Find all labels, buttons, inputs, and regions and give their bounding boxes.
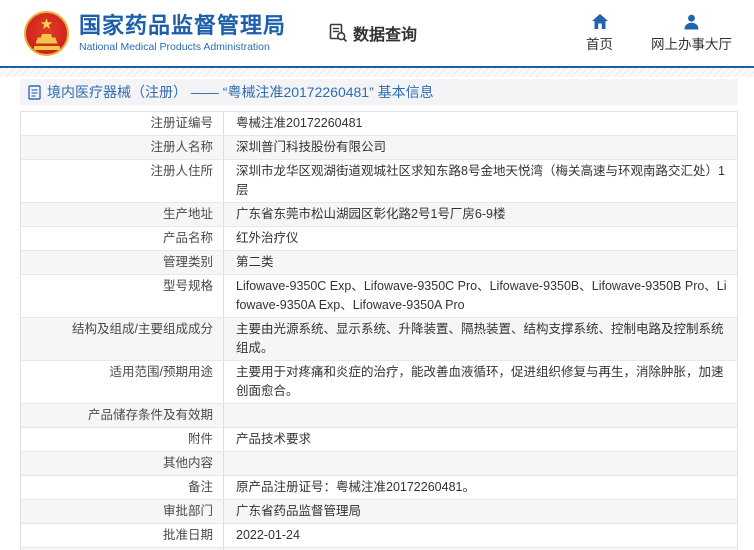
data-query-nav[interactable]: 数据查询 xyxy=(328,21,417,45)
site-header: ★ 国家药品监督管理局 National Medical Products Ad… xyxy=(0,0,754,66)
agency-name-en: National Medical Products Administration xyxy=(79,41,286,53)
table-row: 型号规格Lifowave-9350C Exp、Lifowave-9350C Pr… xyxy=(21,275,737,318)
row-value: 主要用于对疼痛和炎症的治疗，能改善血液循环，促进组织修复与再生，消除肿胀，加速创… xyxy=(223,361,737,403)
row-label: 型号规格 xyxy=(21,275,223,317)
nav-online-hall-label: 网上办事大厅 xyxy=(651,33,732,53)
row-value: 原产品注册证号：粤械注准20172260481。 xyxy=(223,476,737,499)
table-row: 批准日期2022-01-24 xyxy=(21,524,737,548)
row-label: 管理类别 xyxy=(21,251,223,274)
table-row: 生产地址广东省东莞市松山湖园区彰化路2号1号厂房6-9楼 xyxy=(21,203,737,227)
row-value: 主要由光源系统、显示系统、升降装置、隔热装置、结构支撑系统、控制电路及控制系统组… xyxy=(223,318,737,360)
table-row: 审批部门广东省药品监督管理局 xyxy=(21,500,737,524)
row-value: 广东省药品监督管理局 xyxy=(223,500,737,523)
row-value: 2022-01-24 xyxy=(223,524,737,547)
row-label: 其他内容 xyxy=(21,452,223,475)
table-row: 注册人住所深圳市龙华区观湖街道观城社区求知东路8号金地天悦湾（梅关高速与环观南路… xyxy=(21,160,737,203)
top-nav: 首页 网上办事大厅 xyxy=(586,14,732,53)
page-title: 境内医疗器械（注册） —— “粤械注准20172260481” 基本信息 xyxy=(47,82,434,102)
row-label: 注册人住所 xyxy=(21,160,223,202)
row-value: 深圳市龙华区观湖街道观城社区求知东路8号金地天悦湾（梅关高速与环观南路交汇处）1… xyxy=(223,160,737,202)
table-row: 适用范围/预期用途主要用于对疼痛和炎症的治疗，能改善血液循环，促进组织修复与再生… xyxy=(21,361,737,404)
row-label: 产品名称 xyxy=(21,227,223,250)
table-row: 附件产品技术要求 xyxy=(21,428,737,452)
table-row: 注册证编号粤械注准20172260481 xyxy=(21,112,737,136)
agency-logo[interactable]: ★ 国家药品监督管理局 National Medical Products Ad… xyxy=(24,11,286,56)
nav-home[interactable]: 首页 xyxy=(586,14,613,53)
table-row: 注册人名称深圳普门科技股份有限公司 xyxy=(21,136,737,160)
national-emblem-icon: ★ xyxy=(24,11,69,56)
table-row: 备注原产品注册证号：粤械注准20172260481。 xyxy=(21,476,737,500)
row-label: 生产地址 xyxy=(21,203,223,226)
row-label: 备注 xyxy=(21,476,223,499)
table-row: 管理类别第二类 xyxy=(21,251,737,275)
hatch-strip xyxy=(0,68,754,77)
row-label: 附件 xyxy=(21,428,223,451)
page-title-bar: 境内医疗器械（注册） —— “粤械注准20172260481” 基本信息 xyxy=(20,79,738,105)
row-value: 第二类 xyxy=(223,251,737,274)
nav-home-label: 首页 xyxy=(586,33,613,53)
row-value: 粤械注准20172260481 xyxy=(223,112,737,135)
page-root: ★ 国家药品监督管理局 National Medical Products Ad… xyxy=(0,0,754,550)
row-label: 适用范围/预期用途 xyxy=(21,361,223,403)
user-icon xyxy=(683,14,700,30)
row-value: 广东省东莞市松山湖园区彰化路2号1号厂房6-9楼 xyxy=(223,203,737,226)
table-row: 产品名称红外治疗仪 xyxy=(21,227,737,251)
nav-online-hall[interactable]: 网上办事大厅 xyxy=(651,14,732,53)
row-label: 结构及组成/主要组成成分 xyxy=(21,318,223,360)
row-value: 产品技术要求 xyxy=(223,428,737,451)
row-label: 批准日期 xyxy=(21,524,223,547)
row-value xyxy=(223,404,737,427)
home-icon xyxy=(591,14,609,30)
table-row: 其他内容 xyxy=(21,452,737,476)
row-value: 深圳普门科技股份有限公司 xyxy=(223,136,737,159)
row-value: Lifowave-9350C Exp、Lifowave-9350C Pro、Li… xyxy=(223,275,737,317)
row-label: 审批部门 xyxy=(21,500,223,523)
row-label: 产品储存条件及有效期 xyxy=(21,404,223,427)
data-query-label: 数据查询 xyxy=(353,21,417,45)
agency-name-cn: 国家药品监督管理局 xyxy=(79,13,286,38)
row-label: 注册人名称 xyxy=(21,136,223,159)
row-value: 红外治疗仪 xyxy=(223,227,737,250)
document-search-icon xyxy=(328,23,348,43)
table-row: 产品储存条件及有效期 xyxy=(21,404,737,428)
info-table: 注册证编号粤械注准20172260481注册人名称深圳普门科技股份有限公司注册人… xyxy=(20,111,738,550)
row-label: 注册证编号 xyxy=(21,112,223,135)
row-value xyxy=(223,452,737,475)
document-icon xyxy=(28,85,41,100)
table-row: 结构及组成/主要组成成分主要由光源系统、显示系统、升降装置、隔热装置、结构支撑系… xyxy=(21,318,737,361)
